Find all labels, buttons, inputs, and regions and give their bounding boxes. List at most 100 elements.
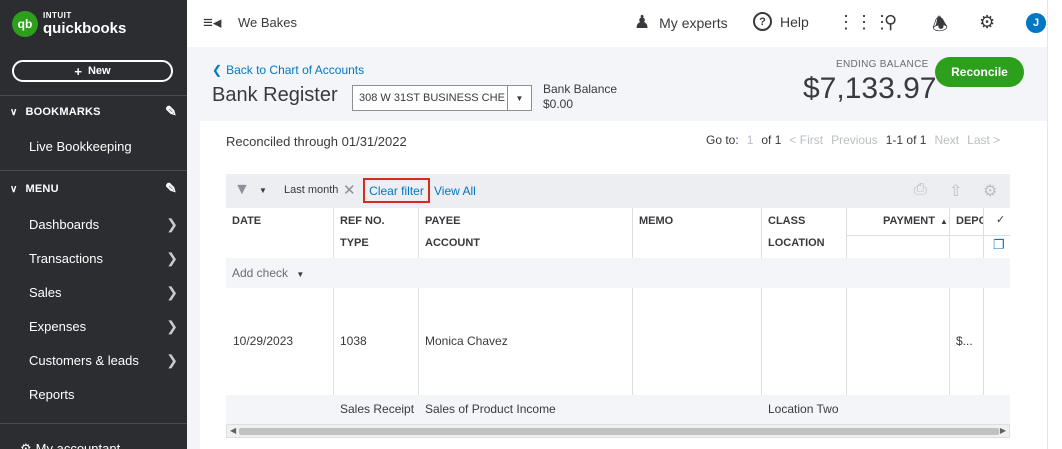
- print-icon[interactable]: ⎙: [914, 181, 927, 199]
- scrollbar-thumb[interactable]: [239, 428, 999, 435]
- quickbooks-logo[interactable]: qb INTUIT quickbooks: [12, 11, 126, 37]
- copy-columns-icon[interactable]: ❐: [993, 237, 1005, 253]
- column-header-deposit[interactable]: DEPO: [956, 215, 983, 227]
- settings-gear-icon[interactable]: ⚙: [979, 12, 995, 33]
- ending-balance-label: ENDING BALANCE: [836, 59, 929, 70]
- column-header-payment[interactable]: PAYMENT ▲: [883, 215, 948, 227]
- sidebar-divider: [0, 170, 187, 171]
- sidebar-divider: [0, 423, 187, 424]
- sidebar-item-label: Expenses: [29, 318, 87, 334]
- sidebar-item-my-accountant[interactable]: ⚙ My accountant: [20, 441, 120, 449]
- left-sidebar: qb INTUIT quickbooks + New ∨ BOOKMARKS ✎…: [0, 0, 187, 449]
- chevron-right-icon: ❯: [166, 317, 178, 334]
- menu-section-header[interactable]: ∨ MENU ✎: [0, 178, 187, 200]
- column-header-date[interactable]: DATE: [232, 215, 261, 227]
- caret-down-icon[interactable]: ▼: [259, 186, 267, 195]
- apps-grid-icon[interactable]: ⋮⋮⋮: [837, 12, 891, 33]
- cell-deposit[interactable]: $...: [956, 334, 973, 348]
- reconciled-through-text: Reconciled through 01/31/2022: [226, 134, 407, 149]
- bank-balance-value: $0.00: [543, 97, 574, 111]
- column-header-memo[interactable]: MEMO: [639, 215, 673, 227]
- column-header-location[interactable]: LOCATION: [768, 237, 825, 249]
- caret-down-icon: ▼: [296, 270, 305, 279]
- sidebar-item-customers-leads[interactable]: Customers & leads ❯: [29, 350, 184, 370]
- cell-type[interactable]: Sales Receipt: [340, 402, 414, 416]
- caret-down-icon[interactable]: ▼: [507, 86, 531, 110]
- page-number-input[interactable]: 1: [747, 133, 754, 147]
- column-header-account[interactable]: ACCOUNT: [425, 237, 480, 249]
- pencil-icon[interactable]: ✎: [165, 103, 177, 120]
- scroll-right-arrow-icon[interactable]: ▶: [1000, 426, 1006, 435]
- clear-filter-link[interactable]: Clear filter: [363, 178, 430, 203]
- user-avatar[interactable]: J: [1026, 13, 1046, 33]
- sidebar-item-transactions[interactable]: Transactions ❯: [29, 248, 184, 268]
- cell-ref-no[interactable]: 1038: [340, 334, 367, 348]
- help-label: Help: [780, 13, 809, 30]
- new-button-label: New: [87, 65, 111, 77]
- column-divider: [418, 208, 419, 258]
- add-check-label: Add check: [232, 266, 289, 280]
- my-experts-button[interactable]: ♟ My experts: [634, 12, 728, 33]
- column-header-class[interactable]: CLASS: [768, 215, 805, 227]
- next-page-link[interactable]: Next: [934, 133, 959, 147]
- sidebar-item-label: Reports: [29, 386, 75, 402]
- cell-payee[interactable]: Monica Chavez: [425, 334, 508, 348]
- column-header-type[interactable]: TYPE: [340, 237, 369, 249]
- close-icon[interactable]: ✕: [343, 181, 356, 199]
- column-divider: [949, 208, 950, 258]
- sidebar-divider: [0, 95, 187, 96]
- sidebar-item-label: My accountant: [35, 441, 121, 449]
- chevron-right-icon: ❯: [166, 249, 178, 266]
- collapse-menu-icon[interactable]: ≡◂: [203, 13, 221, 33]
- view-all-link[interactable]: View All: [434, 184, 476, 198]
- sidebar-item-reports[interactable]: Reports: [29, 384, 184, 404]
- reconcile-button[interactable]: Reconcile: [935, 57, 1024, 87]
- help-icon: ?: [753, 12, 772, 31]
- search-icon[interactable]: ⚲: [884, 12, 897, 33]
- page-title: Bank Register: [212, 84, 338, 106]
- top-navigation-bar: ≡◂ We Bakes ♟ My experts ? Help ⋮⋮⋮ ⚲ 🕭 …: [187, 0, 1062, 47]
- pagination: Go to: 1 of 1 < First Previous 1-1 of 1 …: [706, 133, 1000, 147]
- account-select[interactable]: 308 W 31ST BUSINESS CHE ▼: [352, 85, 532, 111]
- my-experts-label: My experts: [659, 14, 728, 31]
- sidebar-item-label: Customers & leads: [29, 352, 139, 368]
- sidebar-item-label: Transactions: [29, 250, 103, 266]
- window-scrollbar-track[interactable]: [1047, 0, 1062, 449]
- person-icon: ♟: [634, 12, 651, 32]
- notifications-bell-icon[interactable]: 🕭: [932, 12, 948, 42]
- chevron-right-icon: ❯: [166, 215, 178, 232]
- previous-page-link[interactable]: Previous: [831, 133, 878, 147]
- scroll-left-arrow-icon[interactable]: ◀: [230, 426, 236, 435]
- pencil-icon[interactable]: ✎: [165, 180, 177, 197]
- sort-ascending-icon: ▲: [940, 217, 948, 226]
- sidebar-item-dashboards[interactable]: Dashboards ❯: [29, 214, 184, 234]
- quickbooks-logo-icon: qb: [12, 11, 38, 37]
- add-check-button[interactable]: Add check ▼: [232, 266, 304, 280]
- bookmarks-section-header[interactable]: ∨ BOOKMARKS ✎: [0, 101, 187, 123]
- cell-account[interactable]: Sales of Product Income: [425, 402, 556, 416]
- export-icon[interactable]: ⇧: [949, 181, 962, 201]
- bookmarks-label: BOOKMARKS: [25, 106, 101, 118]
- cell-location[interactable]: Location Two: [768, 402, 839, 416]
- payment-header-label: PAYMENT: [883, 215, 935, 227]
- filter-chip-last-month: Last month: [284, 184, 339, 196]
- sidebar-item-label: Dashboards: [29, 216, 100, 232]
- help-button[interactable]: ? Help: [753, 12, 809, 31]
- column-header-payee[interactable]: PAYEE: [425, 215, 460, 227]
- sidebar-item-sales[interactable]: Sales ❯: [29, 282, 184, 302]
- filter-funnel-icon[interactable]: ▼: [234, 181, 250, 199]
- column-header-ref-no[interactable]: REF NO.: [340, 215, 385, 227]
- sidebar-item-expenses[interactable]: Expenses ❯: [29, 316, 184, 336]
- column-divider: [983, 208, 984, 258]
- chevron-left-icon: ❮: [212, 63, 223, 77]
- grid-settings-gear-icon[interactable]: ⚙: [983, 181, 997, 201]
- cell-date[interactable]: 10/29/2023: [233, 334, 293, 348]
- horizontal-scrollbar[interactable]: ◀ ▶: [226, 424, 1010, 438]
- of-pages-label: of 1: [761, 133, 782, 147]
- last-page-link[interactable]: Last >: [967, 133, 1000, 147]
- sidebar-item-live-bookkeeping[interactable]: Live Bookkeeping: [29, 136, 184, 156]
- back-to-chart-of-accounts-link[interactable]: ❮ Back to Chart of Accounts: [212, 63, 364, 77]
- new-button[interactable]: + New: [12, 60, 173, 82]
- first-page-link[interactable]: < First: [789, 133, 823, 147]
- logo-quickbooks-text: quickbooks: [43, 20, 127, 37]
